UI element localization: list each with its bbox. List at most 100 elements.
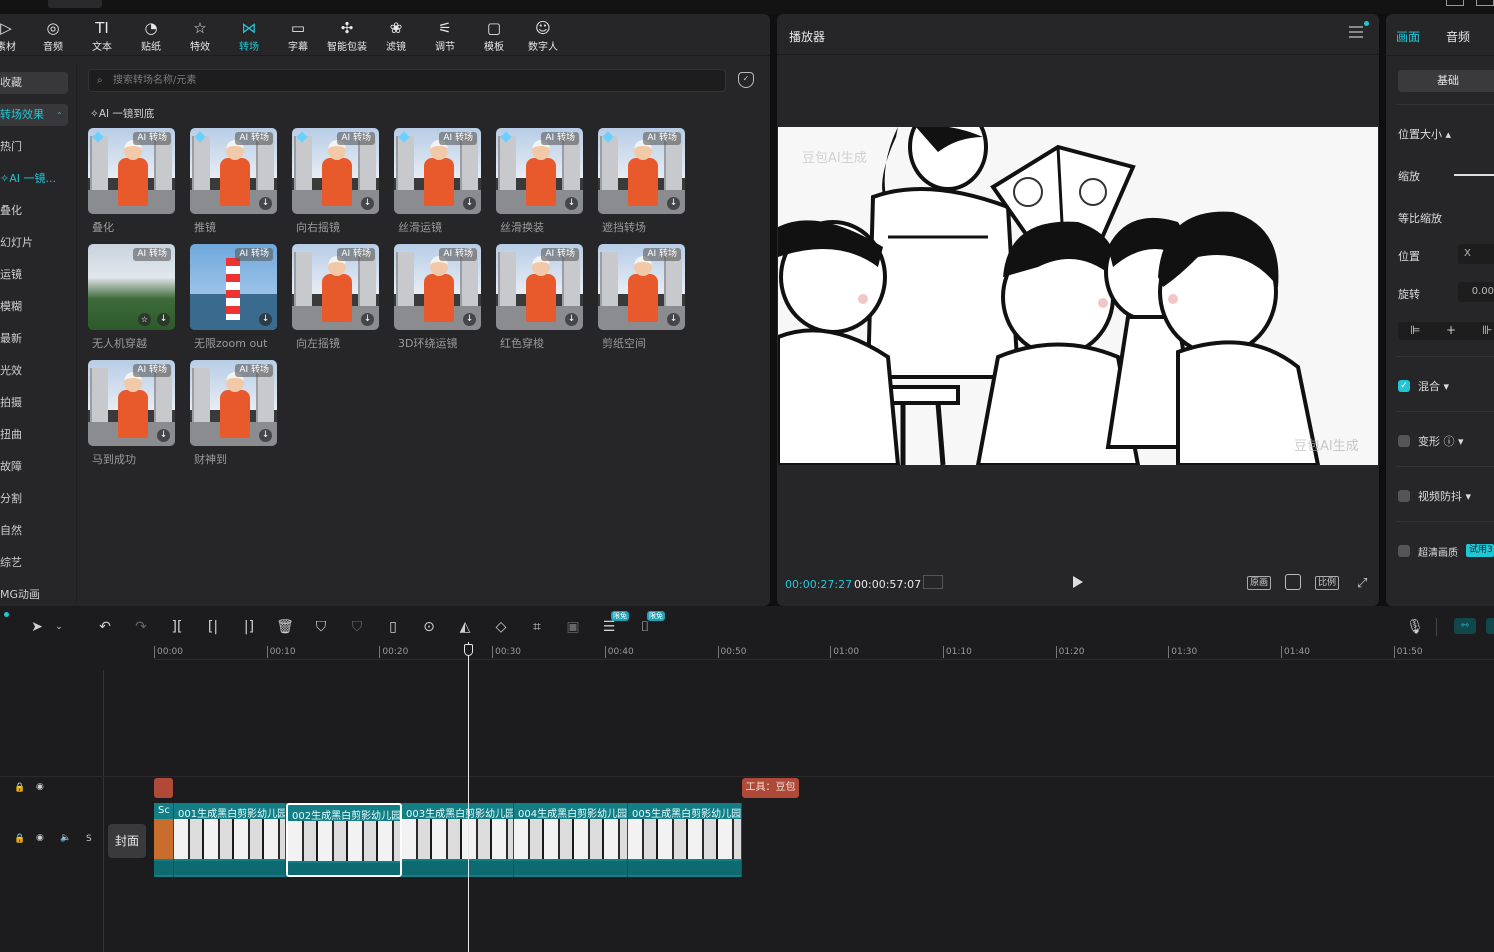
stabilize-checkbox[interactable] <box>1398 490 1410 502</box>
tool-text[interactable]: TI 文本 <box>82 18 122 54</box>
category-item[interactable]: 故障 <box>0 456 68 478</box>
video-clip[interactable]: 004生成黑白剪影幼儿园 <box>514 803 628 877</box>
crop-icon[interactable]: ⌗ <box>528 618 546 636</box>
rotate-input[interactable]: 0.00 <box>1458 282 1494 302</box>
speaker-icon[interactable]: 🔈 <box>60 833 71 843</box>
download-icon[interactable]: ↓ <box>259 313 272 326</box>
microphone-icon[interactable]: 🎙 <box>1406 618 1424 636</box>
menu-icon[interactable] <box>1349 26 1363 38</box>
play-icon[interactable] <box>1073 576 1083 588</box>
category-item[interactable]: 分割 <box>0 488 68 510</box>
transform-checkbox[interactable] <box>1398 435 1410 447</box>
transform-label[interactable]: 变形 ⓘ ▾ <box>1418 433 1464 449</box>
transition-card[interactable]: AI 转场 ↓ <box>88 360 175 446</box>
download-icon[interactable]: ↓ <box>157 429 170 442</box>
category-item[interactable]: 最新 <box>0 328 68 350</box>
download-icon[interactable]: ↓ <box>157 313 170 326</box>
category-item[interactable]: 热门 <box>0 136 68 158</box>
category-item[interactable]: 综艺 <box>0 552 68 574</box>
tab-basic[interactable]: 基础 <box>1398 70 1494 92</box>
tool-media[interactable]: ▷ 素材 <box>0 18 26 54</box>
cover-button[interactable]: 封面 <box>108 824 146 858</box>
tab-picture[interactable]: 画面 <box>1396 28 1420 45</box>
transition-card[interactable]: AI 转场 ↓ <box>496 244 583 330</box>
video-clip[interactable]: 001生成黑白剪影幼儿园 <box>174 803 286 877</box>
tool-avatar[interactable]: ☺ 数字人 <box>523 18 563 54</box>
split-right-icon[interactable]: |] <box>240 618 258 636</box>
transition-card[interactable]: AI 转场 ↓ <box>598 244 685 330</box>
link-toggle-icon[interactable]: ⇿ <box>1454 618 1476 634</box>
video-clip-selected[interactable]: 002生成黑白剪影幼儿园 <box>286 803 402 877</box>
select-tool-icon[interactable]: ➤ <box>28 618 46 636</box>
chevron-down-icon[interactable]: ⌄ <box>50 618 68 636</box>
download-icon[interactable]: ↓ <box>259 197 272 210</box>
tab-audio[interactable]: 音频 <box>1446 28 1470 45</box>
transition-card[interactable]: AI 转场 ↓ <box>598 128 685 214</box>
video-clip[interactable]: Sc <box>154 803 174 877</box>
category-item[interactable]: MG动画 <box>0 584 68 606</box>
video-clip[interactable]: 005生成黑白剪影幼儿园 <box>628 803 742 877</box>
shield-icon[interactable]: ⛉ <box>312 618 330 636</box>
category-item[interactable]: 拍摄 <box>0 392 68 414</box>
category-transition-effects[interactable]: 转场效果 ⌃ <box>0 104 68 126</box>
transition-card[interactable]: AI 转场 <box>88 128 175 214</box>
top-menu-button[interactable] <box>48 0 102 8</box>
video-clip[interactable]: 003生成黑白剪影幼儿园 <box>402 803 514 877</box>
download-icon[interactable]: ↓ <box>667 313 680 326</box>
category-item[interactable]: 运镜 <box>0 264 68 286</box>
category-item[interactable]: 光效 <box>0 360 68 382</box>
window-fullscreen-icon[interactable] <box>1476 0 1494 6</box>
category-item[interactable]: ✧AI 一镜... <box>0 168 68 190</box>
ratio-button[interactable]: 比例 <box>1315 576 1340 590</box>
download-icon[interactable]: ↓ <box>463 197 476 210</box>
category-item[interactable]: 自然 <box>0 520 68 542</box>
category-favorites[interactable]: 收藏 <box>0 72 68 94</box>
tool-audio[interactable]: ◎ 音频 <box>33 18 73 54</box>
tool-adjust[interactable]: ⚟ 调节 <box>425 18 465 54</box>
blend-label[interactable]: 混合 ▾ <box>1418 378 1449 394</box>
transition-card[interactable]: AI 转场 ↓ <box>496 128 583 214</box>
freeze-icon[interactable]: ▯ <box>384 618 402 636</box>
original-quality-button[interactable]: 原画 <box>1247 576 1272 590</box>
favorite-icon[interactable]: ☆ <box>138 313 151 326</box>
tool-effects[interactable]: ☆ 特效 <box>180 18 220 54</box>
window-layout-icon[interactable] <box>1446 0 1464 6</box>
eye-icon[interactable]: ◉ <box>36 833 44 843</box>
category-item[interactable]: 扭曲 <box>0 424 68 446</box>
lock-icon[interactable]: 🔒 <box>14 783 25 793</box>
align-right-icon[interactable]: ⊪ <box>1482 323 1492 337</box>
category-item[interactable]: 模糊 <box>0 296 68 318</box>
playhead-handle[interactable] <box>464 644 473 656</box>
mirror-icon[interactable]: ◭ <box>456 618 474 636</box>
position-x-input[interactable]: X <box>1458 244 1494 264</box>
category-item[interactable]: 叠化 <box>0 200 68 222</box>
download-icon[interactable]: ↓ <box>259 429 272 442</box>
video-preview[interactable]: 豆包AI生成 豆包AI生成 <box>778 127 1378 465</box>
grid-icon[interactable] <box>923 575 943 589</box>
transition-card[interactable]: AI 转场 ↓ <box>394 244 481 330</box>
split-icon[interactable]: ][ <box>168 618 186 636</box>
sticker-clip[interactable]: 工具：豆包 <box>742 778 799 798</box>
download-icon[interactable]: ↓ <box>463 313 476 326</box>
transition-card[interactable]: AI 转场 ↓ <box>190 360 277 446</box>
align-left-icon[interactable]: ⊫ <box>1410 323 1420 337</box>
fullscreen-icon[interactable]: ⤢ <box>1357 576 1367 591</box>
super-res-checkbox[interactable] <box>1398 545 1410 557</box>
scale-slider[interactable] <box>1454 174 1494 176</box>
stabilize-label[interactable]: 视频防抖 ▾ <box>1418 488 1471 504</box>
shield-icon[interactable]: ✓ <box>738 72 754 88</box>
download-icon[interactable]: ↓ <box>565 197 578 210</box>
split-left-icon[interactable]: [| <box>204 618 222 636</box>
align-center-icon[interactable]: + <box>1446 323 1456 337</box>
tool-filter[interactable]: ❀ 滤镜 <box>376 18 416 54</box>
transition-card[interactable]: AI 转场 ↓ <box>190 244 277 330</box>
transition-card[interactable]: AI 转场 ☆ ↓ <box>88 244 175 330</box>
tool-transition[interactable]: ⋈ 转场 <box>229 18 269 54</box>
sticker-clip[interactable] <box>154 778 173 798</box>
speed-icon[interactable]: ⊙ <box>420 618 438 636</box>
reframe-icon[interactable]: ▣ <box>564 618 582 636</box>
search-input[interactable]: ⌕ 搜索转场名称/元素 <box>88 69 726 92</box>
rotate-icon[interactable]: ◇ <box>492 618 510 636</box>
tool-smart-pack[interactable]: ✣ 智能包装 <box>327 18 367 54</box>
playhead[interactable] <box>468 642 469 952</box>
